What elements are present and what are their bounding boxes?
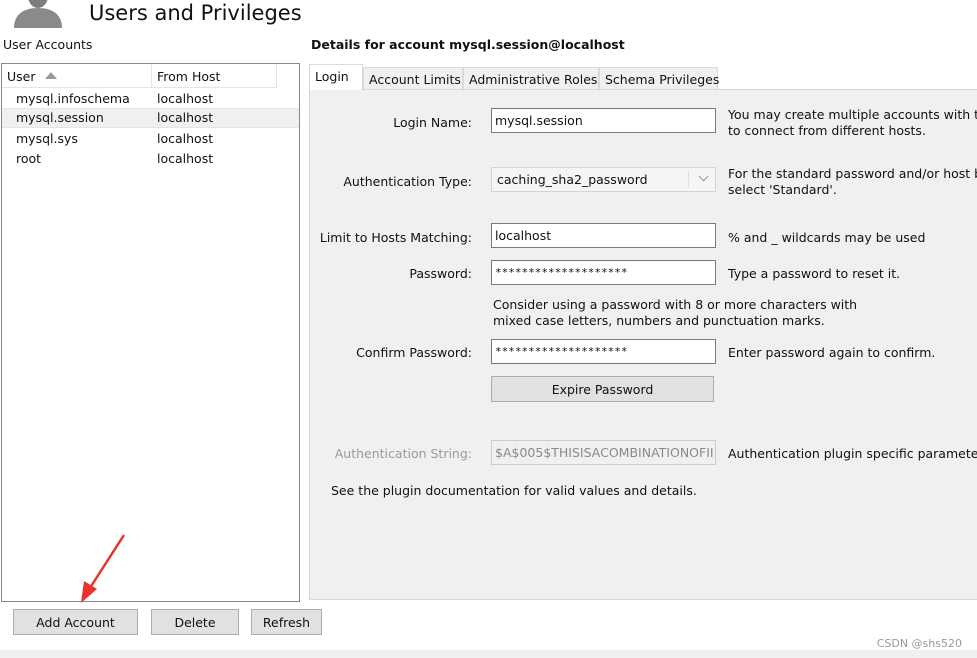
- bottom-bar: [0, 650, 977, 658]
- tab-login[interactable]: Login: [309, 64, 363, 90]
- account-host: localhost: [157, 110, 214, 125]
- account-row[interactable]: mysql.sys localhost: [2, 129, 299, 149]
- password-input[interactable]: ********************: [491, 260, 716, 285]
- limit-hosts-hint: % and _ wildcards may be used: [728, 230, 926, 245]
- account-host: localhost: [157, 131, 214, 146]
- account-row-selected[interactable]: mysql.session localhost: [2, 108, 299, 128]
- login-name-hint-2: to connect from different hosts.: [728, 123, 926, 138]
- password-hint: Type a password to reset it.: [728, 266, 901, 281]
- password-label: Password:: [409, 266, 472, 281]
- tab-schema-privileges[interactable]: Schema Privileges: [599, 67, 719, 89]
- watermark: CSDN @shs520: [876, 637, 962, 650]
- auth-type-hint-2: select 'Standard'.: [728, 182, 837, 197]
- refresh-button[interactable]: Refresh: [251, 609, 322, 635]
- account-row[interactable]: mysql.infoschema localhost: [2, 89, 299, 109]
- tab-administrative-roles[interactable]: Administrative Roles: [463, 67, 599, 89]
- auth-string-label: Authentication String:: [334, 446, 472, 461]
- select-divider: [688, 171, 689, 188]
- limit-hosts-input[interactable]: localhost: [491, 223, 716, 248]
- chevron-down-icon: [698, 171, 709, 182]
- auth-type-label: Authentication Type:: [343, 174, 472, 189]
- expire-password-button[interactable]: Expire Password: [491, 376, 714, 402]
- auth-type-hint-1: For the standard password and/or host ba: [728, 166, 977, 181]
- confirm-password-hint: Enter password again to confirm.: [728, 345, 936, 360]
- column-header-from-host[interactable]: From Host: [157, 69, 220, 84]
- login-name-label: Login Name:: [393, 115, 472, 130]
- confirm-password-label: Confirm Password:: [356, 345, 472, 360]
- sort-ascending-icon: [45, 72, 57, 79]
- account-user: root: [16, 151, 42, 166]
- confirm-password-input[interactable]: ********************: [491, 339, 716, 364]
- account-user: mysql.session: [16, 110, 104, 125]
- auth-type-select[interactable]: caching_sha2_password: [491, 167, 716, 192]
- user-accounts-label: User Accounts: [3, 37, 93, 52]
- delete-button[interactable]: Delete: [151, 609, 239, 635]
- login-tab-content: Login Name: mysql.session You may create…: [312, 91, 977, 597]
- account-host: localhost: [157, 91, 214, 106]
- column-divider[interactable]: [276, 64, 277, 87]
- add-account-button[interactable]: Add Account: [13, 609, 138, 635]
- annotation-arrow-icon: [81, 534, 126, 603]
- account-user: mysql.sys: [16, 131, 78, 146]
- password-advice-line-2: mixed case letters, numbers and punctuat…: [493, 313, 825, 328]
- account-user: mysql.infoschema: [16, 91, 130, 106]
- details-panel: Login Name: mysql.session You may create…: [309, 89, 977, 600]
- auth-type-value: caching_sha2_password: [497, 172, 648, 187]
- login-name-hint-1: You may create multiple accounts with th…: [728, 107, 977, 122]
- user-silhouette-icon: [14, 0, 62, 28]
- details-title: Details for account mysql.session@localh…: [311, 37, 625, 52]
- limit-hosts-label: Limit to Hosts Matching:: [319, 230, 472, 245]
- column-header-user[interactable]: User: [7, 69, 36, 84]
- column-divider[interactable]: [151, 64, 152, 87]
- list-header: User From Host: [2, 64, 277, 88]
- user-accounts-list[interactable]: User From Host mysql.infoschema localhos…: [1, 63, 300, 602]
- plugin-note: See the plugin documentation for valid v…: [331, 483, 697, 498]
- login-name-input[interactable]: mysql.session: [491, 108, 716, 133]
- auth-string-input: $A$005$THISISACOMBINATIONOFII: [491, 440, 716, 465]
- tab-account-limits[interactable]: Account Limits: [363, 67, 463, 89]
- account-row[interactable]: root localhost: [2, 149, 299, 169]
- page-title: Users and Privileges: [89, 1, 302, 25]
- account-host: localhost: [157, 151, 214, 166]
- auth-string-hint: Authentication plugin specific parameter…: [728, 446, 977, 461]
- password-advice-line-1: Consider using a password with 8 or more…: [493, 297, 858, 312]
